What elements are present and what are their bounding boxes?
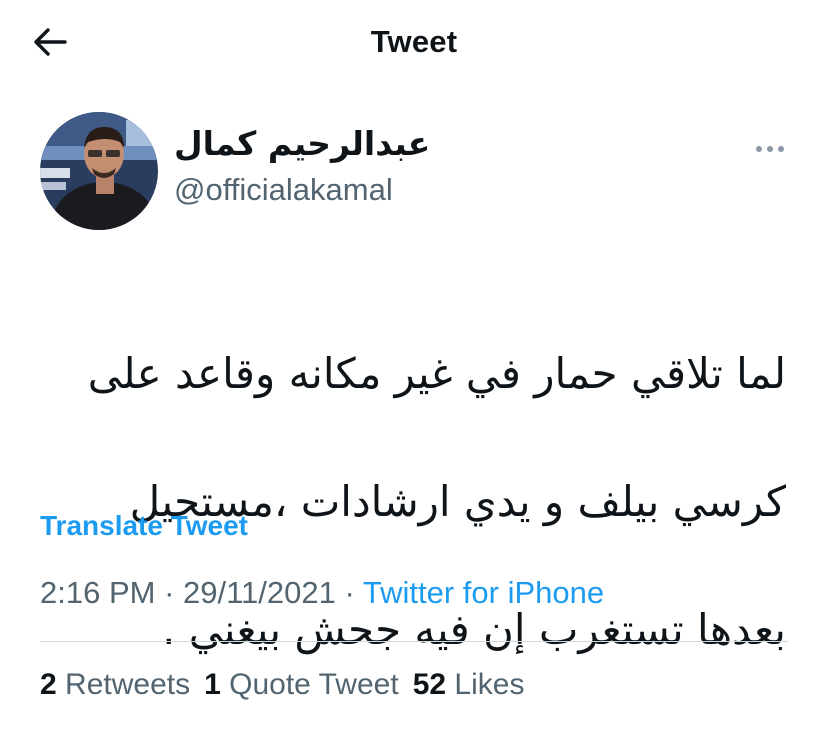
divider	[40, 641, 788, 642]
tweet-time: 2:16 PM	[40, 575, 156, 610]
quotes-label: Quote Tweet	[229, 668, 399, 701]
retweets-stat[interactable]: 2 Retweets	[40, 668, 190, 701]
engagement-stats: 2 Retweets 1 Quote Tweet 52 Likes	[40, 668, 538, 702]
top-bar: Tweet	[0, 0, 828, 86]
separator-dot: ·	[155, 575, 184, 610]
tweet-text: لما تلاقي حمار في غير مكانه وقاعد على كر…	[26, 278, 786, 726]
quotes-count: 1	[204, 668, 221, 701]
retweets-label: Retweets	[65, 668, 191, 701]
retweets-count: 2	[40, 668, 57, 701]
tweet-metadata: 2:16 PM · 29/11/2021 · Twitter for iPhon…	[40, 575, 604, 611]
likes-label: Likes	[454, 668, 525, 701]
likes-count: 52	[412, 668, 447, 701]
avatar[interactable]	[40, 112, 158, 230]
translate-tweet-link[interactable]: Translate Tweet	[40, 510, 248, 542]
page-title: Tweet	[370, 24, 458, 59]
quote-tweets-stat[interactable]: 1 Quote Tweet	[204, 668, 399, 701]
more-horizontal-icon	[756, 146, 784, 152]
tweet-date: 29/11/2021	[183, 575, 336, 610]
likes-stat[interactable]: 52 Likes	[413, 668, 525, 701]
tweet-text-line: لما تلاقي حمار في غير مكانه وقاعد على	[87, 349, 786, 398]
author-display-name[interactable]: عبدالرحيم كمال	[174, 124, 430, 163]
more-options-button[interactable]	[748, 132, 792, 166]
separator-dot: ·	[335, 575, 363, 610]
author-handle[interactable]: @officialakamal	[174, 172, 393, 208]
tweet-source-link[interactable]: Twitter for iPhone	[363, 575, 604, 610]
